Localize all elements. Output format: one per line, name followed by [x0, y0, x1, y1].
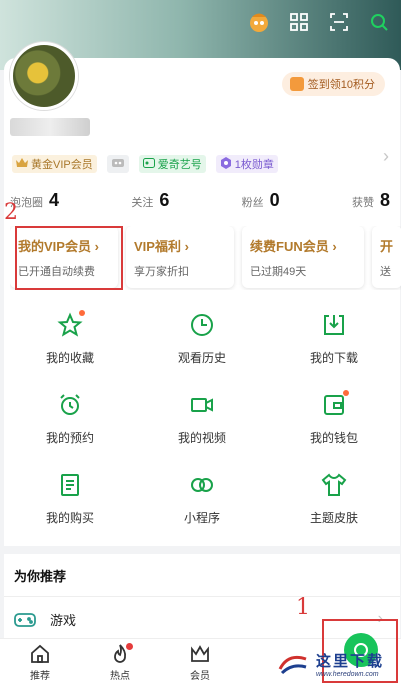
recommend-item-games[interactable]: 游戏 — [14, 610, 76, 629]
grid-item-label: 我的预约 — [45, 431, 94, 445]
gamepad-icon — [14, 612, 36, 627]
iqiyi-account-label: 爱奇艺号 — [157, 159, 202, 171]
annotation-number-2: 2 — [4, 200, 18, 225]
stat-label: 关注 — [131, 197, 154, 209]
shirt-icon — [321, 473, 347, 496]
stat-following[interactable]: 关注 6 — [131, 190, 169, 211]
reservations-item[interactable]: 我的预约 — [4, 390, 136, 446]
header-actions — [247, 10, 391, 34]
scan-icon[interactable] — [327, 10, 351, 34]
home-icon — [31, 644, 49, 663]
downloads-item[interactable]: 我的下载 — [268, 310, 400, 366]
signin-button[interactable]: 签到领10积分 — [281, 72, 385, 96]
purchases-item[interactable]: 我的购买 — [4, 470, 136, 526]
recommend-item-label: 游戏 — [50, 613, 77, 628]
tab-vip[interactable]: 会员 — [180, 643, 220, 682]
watermark-swirl-icon — [278, 655, 307, 674]
tab-hot[interactable]: 热点 — [100, 643, 140, 682]
vip-card-subtitle: 送 — [380, 266, 391, 278]
favorites-item[interactable]: 我的收藏 — [4, 310, 136, 366]
grid-item-label: 主题皮肤 — [309, 511, 358, 525]
tab-label: 热点 — [110, 671, 130, 682]
stat-label: 粉丝 — [241, 197, 264, 209]
search-icon[interactable] — [367, 10, 391, 34]
grid-item-label: 我的下载 — [309, 351, 358, 365]
grid-item-label: 我的视频 — [177, 431, 226, 445]
renew-fun-card[interactable]: 续费FUN会员 › 已过期49天 — [242, 226, 364, 288]
medal-badge[interactable]: 1枚勋章 — [215, 155, 278, 173]
crown-outline-icon — [191, 645, 209, 662]
divider-line — [4, 596, 400, 597]
vip-card-title: 续费FUN会员 › — [250, 239, 337, 254]
watermark-title: 这里下载 — [316, 651, 385, 670]
stat-label: 获赞 — [351, 197, 374, 209]
my-videos-item[interactable]: 我的视频 — [136, 390, 268, 446]
mascot-icon[interactable] — [247, 10, 271, 34]
notification-dot — [126, 643, 133, 650]
avatar[interactable] — [10, 42, 78, 110]
grid-item-label: 小程序 — [183, 511, 220, 525]
profile-chevron-icon[interactable]: › — [383, 146, 389, 167]
tab-label: 会员 — [190, 671, 210, 682]
badge-row: 黄金VIP会员 爱奇艺号 1枚勋章 — [12, 155, 278, 173]
section-divider — [4, 546, 400, 554]
wallet-icon — [324, 395, 344, 415]
grid-item-label: 我的钱包 — [309, 431, 358, 445]
grid-item-label: 观看历史 — [177, 351, 226, 365]
wallet-item[interactable]: 我的钱包 — [268, 390, 400, 446]
video-camera-icon — [191, 398, 213, 412]
alarm-icon — [60, 394, 80, 415]
vip-benefits-card[interactable]: VIP福利 › 享万家折扣 — [126, 226, 234, 288]
username-blurred[interactable] — [10, 118, 90, 136]
stat-value: 4 — [49, 190, 60, 210]
grid-item-label: 我的购买 — [45, 511, 94, 525]
id-card-icon — [142, 157, 155, 171]
gift-icon — [289, 77, 304, 91]
feature-grid: 我的收藏 观看历史 我的下载 我的预约 我的视频 我的钱包 我的购买 小程序 主… — [4, 310, 400, 526]
receipt-icon — [61, 474, 79, 496]
stat-likes[interactable]: 获赞 8 — [352, 190, 390, 211]
iqiyi-account-badge[interactable]: 爱奇艺号 — [138, 155, 206, 173]
vip-card-title: VIP福利 › — [134, 239, 189, 254]
vip-level-badge[interactable]: 黄金VIP会员 — [12, 155, 97, 173]
robot-badge[interactable] — [106, 155, 129, 173]
stat-value: 8 — [379, 190, 390, 210]
stats-row: 泡泡圈 4 关注 6 粉丝 0 获赞 8 — [10, 190, 390, 211]
stat-followers[interactable]: 粉丝 0 — [242, 190, 280, 211]
more-vip-card[interactable]: 开 送 — [372, 226, 401, 288]
watermark-logo: 这里下载 www.heredown.com — [276, 644, 401, 683]
crown-icon — [16, 157, 28, 171]
tab-recommend[interactable]: 推荐 — [20, 643, 60, 682]
clock-icon — [191, 314, 213, 336]
recommend-title: 为你推荐 — [14, 569, 67, 584]
mini-program-icon — [191, 478, 213, 492]
vip-level-label: 黄金VIP会员 — [31, 159, 93, 171]
grid-icon[interactable] — [287, 10, 311, 34]
stat-value: 6 — [159, 190, 170, 210]
vip-card-subtitle: 已过期49天 — [250, 266, 307, 278]
annotation-box-vip — [15, 226, 123, 290]
notification-dot — [79, 310, 85, 316]
mini-program-item[interactable]: 小程序 — [136, 470, 268, 526]
robot-icon — [111, 157, 125, 171]
theme-skin-item[interactable]: 主题皮肤 — [268, 470, 400, 526]
vip-card-title: 开 — [380, 239, 394, 254]
watermark-url: www.heredown.com — [316, 670, 379, 678]
history-item[interactable]: 观看历史 — [136, 310, 268, 366]
signin-label: 签到领10积分 — [307, 79, 375, 91]
notification-dot — [343, 390, 349, 396]
download-icon — [324, 315, 344, 335]
annotation-number-1: 1 — [296, 595, 310, 620]
medal-icon — [220, 156, 232, 172]
stat-value: 0 — [269, 190, 280, 210]
medal-label: 1枚勋章 — [234, 159, 274, 171]
tab-label: 推荐 — [30, 671, 50, 682]
vip-card-subtitle: 享万家折扣 — [134, 266, 189, 278]
star-icon — [57, 312, 83, 337]
grid-item-label: 我的收藏 — [45, 351, 94, 365]
